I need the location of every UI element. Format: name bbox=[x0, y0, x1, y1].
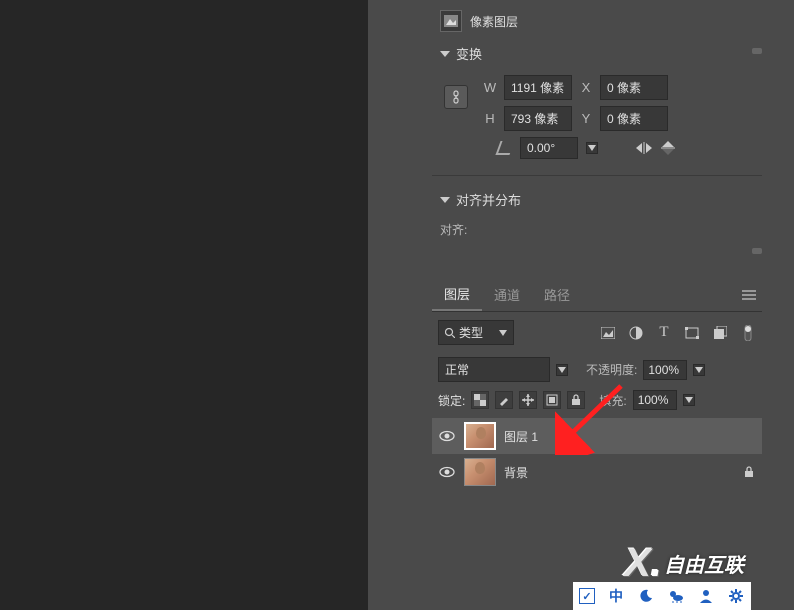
angle-icon bbox=[495, 141, 514, 155]
tab-channels[interactable]: 通道 bbox=[482, 279, 532, 310]
filter-adjustment-icon[interactable] bbox=[628, 325, 644, 341]
height-input[interactable]: 793 像素 bbox=[504, 106, 572, 131]
tray-checkbox-icon[interactable]: ✓ bbox=[579, 588, 595, 604]
pixel-layer-icon bbox=[440, 10, 462, 32]
width-label: W bbox=[482, 80, 498, 95]
flip-horizontal-icon[interactable] bbox=[636, 141, 652, 155]
lock-row: 锁定: 填充: 100% bbox=[432, 386, 762, 414]
transform-controls: W 1191 像素 X 0 像素 H 793 像素 Y 0 像素 0.00° bbox=[432, 71, 762, 169]
watermark: X. 自由互联 bbox=[624, 541, 744, 586]
rotation-input[interactable]: 0.00° bbox=[520, 137, 578, 159]
filter-type-icon[interactable]: T bbox=[656, 325, 672, 341]
system-tray: ✓ 中 bbox=[573, 582, 751, 610]
watermark-logo: X. bbox=[624, 541, 662, 586]
layers-panel: 图层 通道 路径 类型 T 正常 bbox=[432, 278, 762, 490]
chevron-down-icon bbox=[440, 197, 450, 203]
tab-paths[interactable]: 路径 bbox=[532, 279, 582, 310]
height-label: H bbox=[482, 111, 498, 126]
watermark-text: 自由互联 bbox=[664, 549, 744, 578]
pixel-layer-row: 像素图层 bbox=[432, 6, 762, 36]
opacity-label: 不透明度: bbox=[586, 361, 637, 378]
panel-menu-icon[interactable] bbox=[742, 290, 756, 300]
blend-mode-row: 正常 不透明度: 100% bbox=[432, 353, 762, 386]
lock-pixels-icon[interactable] bbox=[495, 391, 513, 409]
filter-pixel-icon[interactable] bbox=[600, 325, 616, 341]
tray-gear-icon[interactable] bbox=[727, 587, 745, 605]
divider bbox=[432, 175, 762, 176]
layer-list: 图层 1 背景 bbox=[432, 414, 762, 490]
blend-mode-value: 正常 bbox=[445, 363, 469, 377]
layer-name[interactable]: 背景 bbox=[504, 464, 528, 481]
canvas-area[interactable] bbox=[0, 0, 368, 610]
filter-type-select[interactable]: 类型 bbox=[438, 320, 514, 345]
filter-smartobject-icon[interactable] bbox=[712, 325, 728, 341]
y-label: Y bbox=[578, 111, 594, 126]
layer-thumbnail[interactable] bbox=[464, 422, 496, 450]
opacity-input[interactable]: 100% bbox=[643, 360, 687, 380]
align-row: 对齐: bbox=[432, 217, 762, 258]
properties-panel: 像素图层 变换 W 1191 像素 X 0 像素 H 793 像素 Y 0 像素 bbox=[432, 0, 762, 258]
flip-vertical-icon[interactable] bbox=[660, 141, 676, 155]
pixel-layer-label: 像素图层 bbox=[470, 13, 518, 30]
rotation-dropdown[interactable] bbox=[586, 142, 598, 154]
lock-all-icon[interactable] bbox=[567, 391, 585, 409]
layer-item-background[interactable]: 背景 bbox=[432, 454, 762, 490]
opacity-dropdown-icon[interactable] bbox=[693, 364, 705, 376]
tray-moon-icon[interactable] bbox=[637, 587, 655, 605]
lock-icon bbox=[742, 465, 756, 479]
chevron-down-icon bbox=[440, 51, 450, 57]
blend-mode-select[interactable]: 正常 bbox=[438, 357, 550, 382]
layer-name[interactable]: 图层 1 bbox=[504, 428, 538, 445]
blend-dropdown-icon[interactable] bbox=[556, 364, 568, 376]
layers-tabs: 图层 通道 路径 bbox=[432, 278, 762, 312]
lock-transparency-icon[interactable] bbox=[471, 391, 489, 409]
filter-toggle-icon[interactable] bbox=[740, 325, 756, 341]
fill-dropdown-icon[interactable] bbox=[683, 394, 695, 406]
tray-user-icon[interactable] bbox=[697, 587, 715, 605]
link-dimensions-button[interactable] bbox=[444, 85, 468, 109]
x-input[interactable]: 0 像素 bbox=[600, 75, 668, 100]
align-section-header[interactable]: 对齐并分布 bbox=[432, 182, 762, 217]
transform-header-label: 变换 bbox=[456, 44, 482, 63]
x-label: X bbox=[578, 80, 594, 95]
tab-layers[interactable]: 图层 bbox=[432, 278, 482, 311]
layer-filter-row: 类型 T bbox=[432, 312, 762, 353]
filter-type-label: 类型 bbox=[459, 324, 483, 341]
visibility-icon[interactable] bbox=[438, 463, 456, 481]
lock-label: 锁定: bbox=[438, 392, 465, 409]
fill-input[interactable]: 100% bbox=[633, 390, 677, 410]
lock-position-icon[interactable] bbox=[519, 391, 537, 409]
lock-artboard-icon[interactable] bbox=[543, 391, 561, 409]
visibility-icon[interactable] bbox=[438, 427, 456, 445]
width-input[interactable]: 1191 像素 bbox=[504, 75, 572, 100]
layer-item-1[interactable]: 图层 1 bbox=[432, 418, 762, 454]
tray-ime-icon[interactable]: 中 bbox=[607, 587, 625, 605]
right-panels: 像素图层 变换 W 1191 像素 X 0 像素 H 793 像素 Y 0 像素 bbox=[368, 0, 794, 610]
layer-thumbnail[interactable] bbox=[464, 458, 496, 486]
filter-shape-icon[interactable] bbox=[684, 325, 700, 341]
tray-weather-icon[interactable] bbox=[667, 587, 685, 605]
align-header-label: 对齐并分布 bbox=[456, 190, 521, 209]
transform-section-header[interactable]: 变换 bbox=[432, 36, 762, 71]
y-input[interactable]: 0 像素 bbox=[600, 106, 668, 131]
fill-label: 填充: bbox=[599, 392, 626, 409]
align-label: 对齐: bbox=[440, 223, 467, 237]
properties-scrollbar[interactable] bbox=[752, 48, 762, 258]
